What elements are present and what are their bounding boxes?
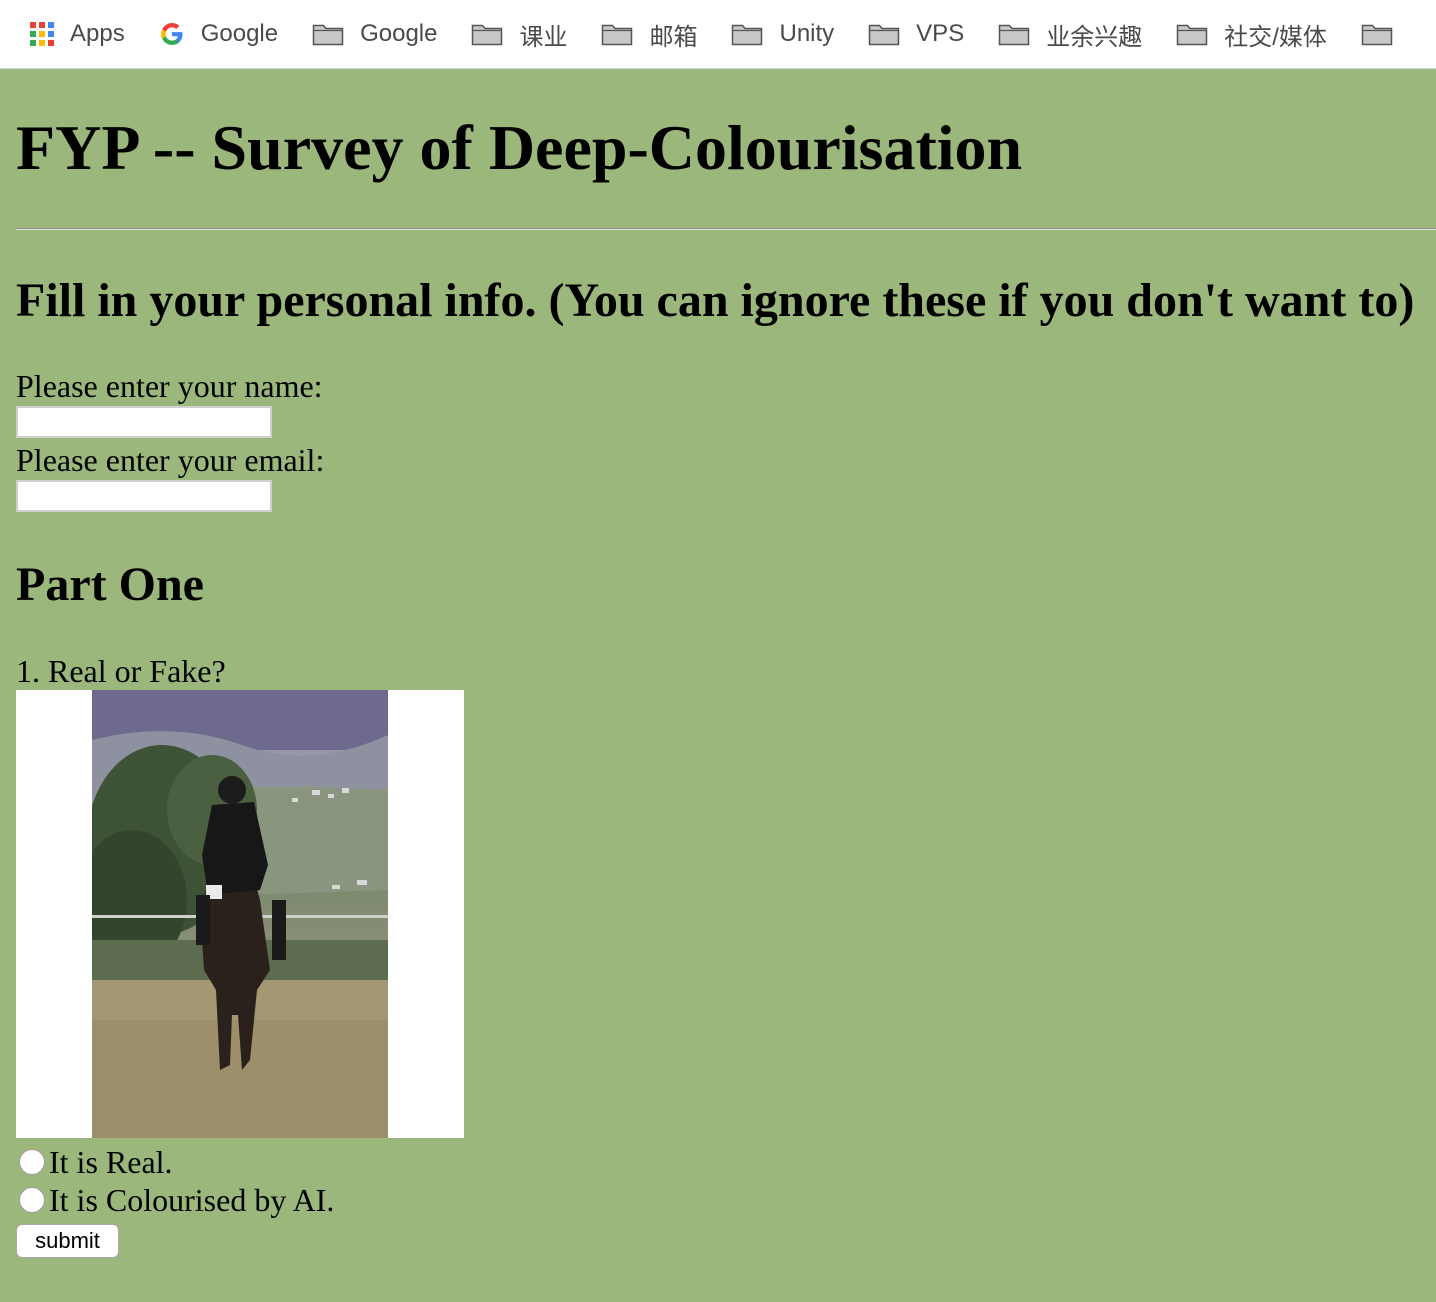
page-title: FYP -- Survey of Deep-Colourisation xyxy=(16,112,1023,183)
bookmark-label: 邮箱 xyxy=(649,23,698,51)
folder-icon xyxy=(1176,22,1208,46)
option-real-label: It is Real. xyxy=(49,1144,173,1180)
bookmark-label: Google xyxy=(360,20,438,47)
question-1-photo xyxy=(92,690,388,1138)
name-label: Please enter your name: xyxy=(16,368,323,404)
bookmark-folder-unity[interactable]: Unity xyxy=(731,0,834,68)
bookmark-apps[interactable]: Apps xyxy=(30,0,125,68)
folder-icon xyxy=(601,22,633,46)
bookmark-folder-more[interactable] xyxy=(1361,0,1409,68)
bookmark-label: 课业 xyxy=(519,23,568,51)
folder-icon xyxy=(312,22,344,46)
name-input[interactable] xyxy=(16,406,272,438)
part-one-heading: Part One xyxy=(16,558,204,611)
bookmark-folder-mailbox[interactable]: 邮箱 xyxy=(601,0,697,68)
submit-button[interactable]: submit xyxy=(16,1224,119,1258)
radio-button-ai[interactable] xyxy=(19,1187,45,1213)
bookmark-label: Unity xyxy=(779,20,835,47)
email-input[interactable] xyxy=(16,480,272,512)
option-real[interactable]: It is Real. xyxy=(16,1144,173,1180)
bookmark-google[interactable]: Google xyxy=(159,0,278,68)
bookmark-folder-coursework[interactable]: 课业 xyxy=(471,0,567,68)
bookmarks-bar: Apps Google Google 课业 邮箱 Unity VPS 业余兴趣 … xyxy=(0,0,1436,69)
personal-info-heading: Fill in your personal info. (You can ign… xyxy=(16,274,1415,327)
bookmark-label: Google xyxy=(200,20,279,47)
apps-grid-icon xyxy=(30,22,54,46)
bookmark-folder-google[interactable]: Google xyxy=(312,0,437,68)
folder-icon xyxy=(1361,22,1393,46)
bookmark-folder-vps[interactable]: VPS xyxy=(868,0,964,68)
option-ai[interactable]: It is Colourised by AI. xyxy=(16,1182,334,1218)
email-label: Please enter your email: xyxy=(16,442,325,478)
folder-icon xyxy=(868,22,900,46)
google-g-icon xyxy=(159,21,185,47)
question-1-image-frame xyxy=(16,690,464,1138)
option-ai-label: It is Colourised by AI. xyxy=(49,1182,335,1218)
folder-icon xyxy=(731,22,763,46)
bookmark-label: Apps xyxy=(70,20,125,47)
question-1-label: 1. Real or Fake? xyxy=(16,653,226,689)
bookmark-label: 社交/媒体 xyxy=(1224,23,1327,51)
folder-icon xyxy=(471,22,503,46)
folder-icon xyxy=(998,22,1030,46)
bookmark-label: 业余兴趣 xyxy=(1046,23,1143,51)
bookmark-folder-social-media[interactable]: 社交/媒体 xyxy=(1176,0,1327,68)
radio-button-real[interactable] xyxy=(19,1149,45,1175)
divider xyxy=(16,228,1436,230)
bookmark-folder-hobbies[interactable]: 业余兴趣 xyxy=(998,0,1142,68)
bookmark-label: VPS xyxy=(916,20,965,47)
